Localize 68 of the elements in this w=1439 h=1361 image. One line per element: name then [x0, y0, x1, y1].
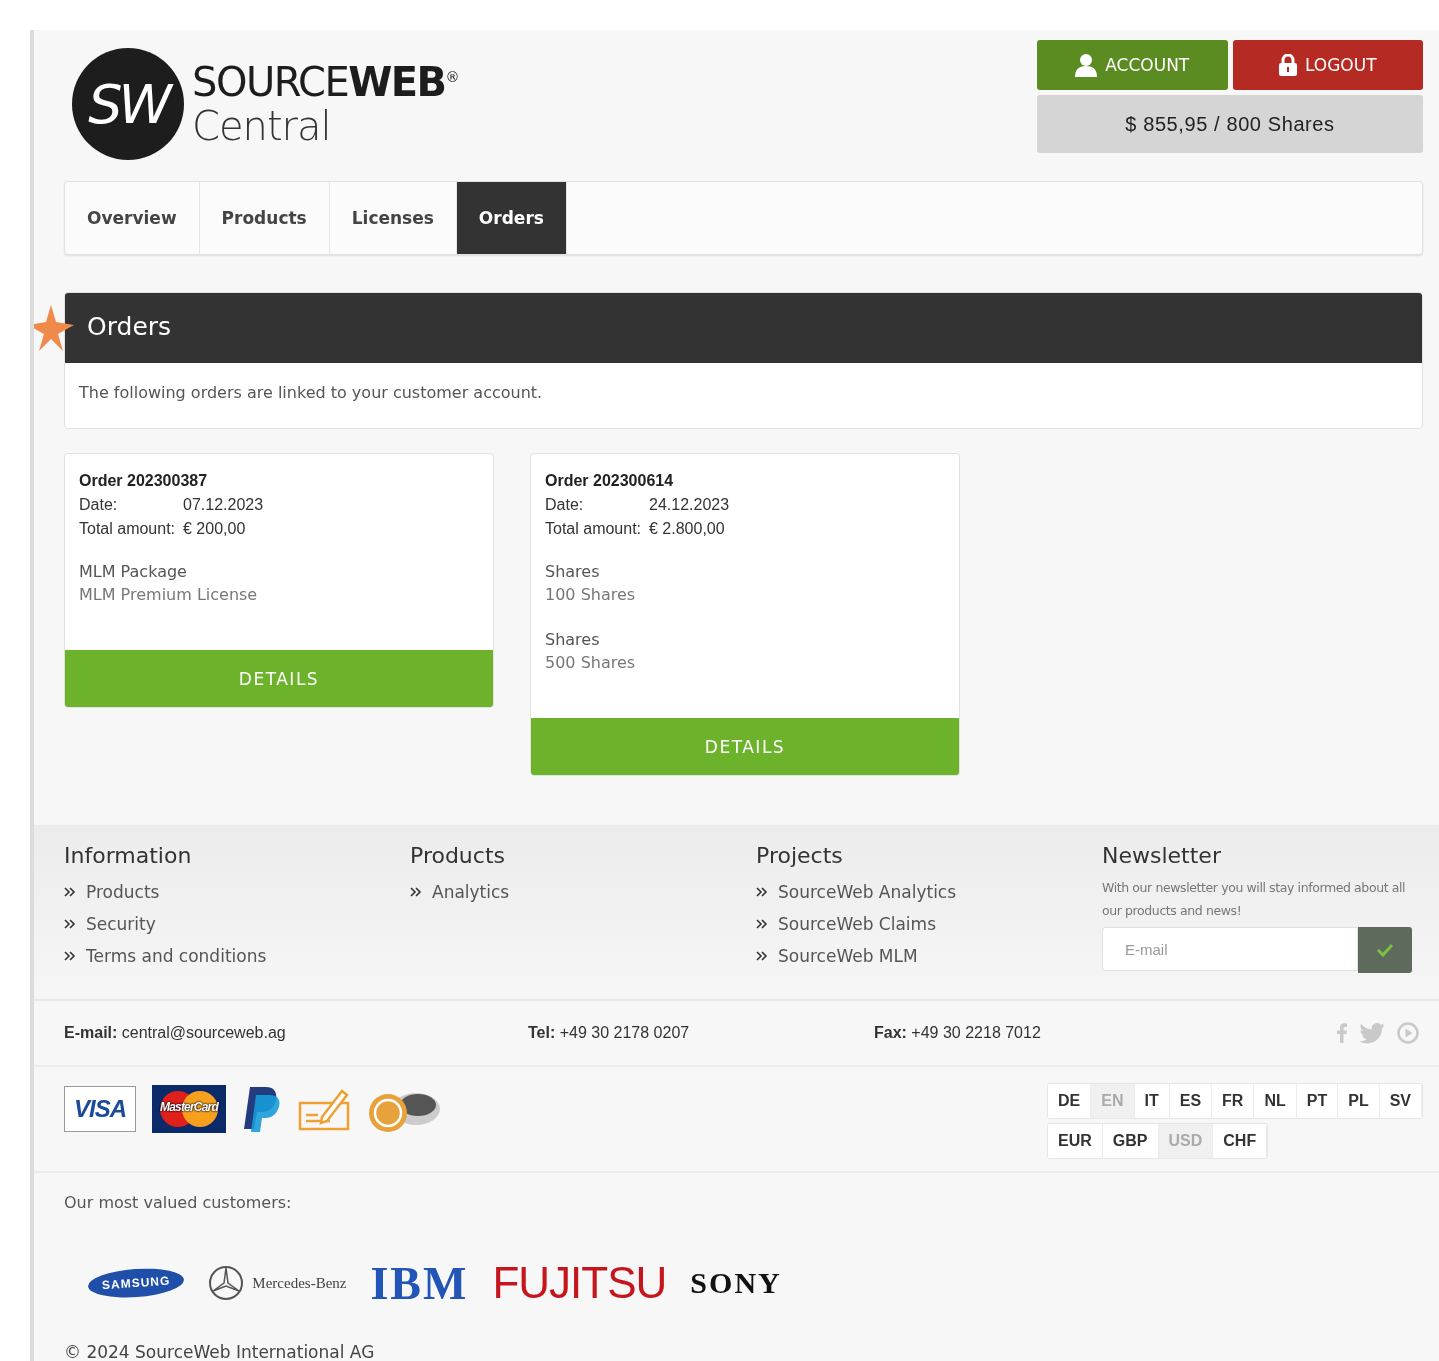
footer-heading: Products: [410, 843, 506, 868]
field-value: € 200,00: [183, 520, 246, 538]
footer-link[interactable]: Security: [64, 908, 410, 940]
footer-link[interactable]: Products: [64, 876, 410, 908]
nav-tab[interactable]: Overview: [65, 182, 200, 254]
play-icon[interactable]: [1397, 1022, 1419, 1044]
item-detail: 500 Shares: [545, 652, 637, 674]
item-detail: MLM Premium License: [79, 584, 259, 606]
lock-icon: [1278, 54, 1297, 76]
order-title: Order 202300614: [545, 472, 675, 490]
twitter-icon[interactable]: [1359, 1022, 1385, 1044]
chevrons-icon: [756, 919, 768, 929]
item-name: Shares: [545, 629, 601, 651]
footer-link[interactable]: SourceWeb Analytics: [756, 876, 1102, 908]
logout-button[interactable]: LOGOUT: [1232, 40, 1423, 90]
footer-link[interactable]: SourceWeb Claims: [756, 908, 1102, 940]
nav-tab[interactable]: Products: [199, 182, 330, 254]
chevrons-icon: [410, 887, 422, 897]
field-value: 07.12.2023: [183, 496, 264, 514]
newsletter-text: With our newsletter you will stay informed about all our products and news!: [1102, 879, 1407, 920]
item-name: Shares: [545, 561, 601, 583]
visa-logo: VISA: [64, 1086, 136, 1132]
item-detail: 100 Shares: [545, 584, 637, 606]
subscribe-button[interactable]: [1358, 927, 1412, 973]
logo-mark: SW: [72, 48, 184, 160]
panel-header: Orders: [65, 293, 1422, 363]
balance-display: $ 855,95 / 800 Shares: [1037, 95, 1423, 153]
item-name: MLM Package: [79, 561, 188, 583]
chevrons-icon: [64, 919, 76, 929]
chevrons-icon: [756, 887, 768, 897]
ibm-logo: IBM: [370, 1256, 469, 1310]
mercedes-logo-text: Mercedes-Benz: [252, 1274, 347, 1292]
contact-info: E-mail: central@sourceweb.ag: [64, 1024, 287, 1042]
chevrons-icon: [64, 951, 76, 961]
facebook-icon[interactable]: [1337, 1023, 1347, 1043]
field-label: Total amount:: [545, 520, 643, 538]
language-option[interactable]: DE: [1048, 1084, 1092, 1118]
nav-tab[interactable]: Licenses: [329, 182, 457, 254]
check-icon: [1376, 943, 1394, 957]
copyright-text: © 2024 SourceWeb International AG: [64, 1342, 376, 1361]
email-field[interactable]: E-mail: [1102, 927, 1358, 971]
footer-heading: Projects: [756, 843, 844, 868]
order-title: Order 202300387: [79, 472, 209, 490]
field-value: € 2.800,00: [649, 520, 725, 538]
currency-option[interactable]: EUR: [1048, 1124, 1103, 1158]
footer-link[interactable]: Analytics: [410, 876, 756, 908]
field-label: Date:: [545, 496, 585, 514]
customers-heading: Our most valued customers:: [64, 1193, 293, 1212]
chevrons-icon: [756, 951, 768, 961]
footer-link[interactable]: SourceWeb MLM: [756, 940, 1102, 972]
footer-heading: Newsletter: [1102, 843, 1222, 868]
footer-link[interactable]: Terms and conditions: [64, 940, 410, 972]
field-label: Total amount:: [79, 520, 177, 538]
sony-logo: SONY: [690, 1266, 782, 1300]
field-label: Date:: [79, 496, 119, 514]
chevrons-icon: [64, 887, 76, 897]
brand-name: SOURCEWEB$^{®}$: [192, 60, 459, 104]
contact-info: Tel: +49 30 2178 0207: [528, 1024, 691, 1042]
panel-description: The following orders are linked to your customer account.: [79, 383, 543, 402]
user-icon: [1075, 53, 1098, 77]
field-value: 24.12.2023: [649, 496, 730, 514]
paypal-logo: [242, 1085, 282, 1133]
nav-tab[interactable]: Orders: [456, 182, 567, 254]
account-button[interactable]: ACCOUNT: [1037, 40, 1228, 90]
footer-heading: Information: [64, 843, 193, 868]
fujitsu-logo: FUJITSU: [492, 1258, 667, 1308]
contact-info: Fax: +49 30 2218 7012: [874, 1024, 1042, 1042]
brand-subtitle: Central: [192, 104, 332, 148]
